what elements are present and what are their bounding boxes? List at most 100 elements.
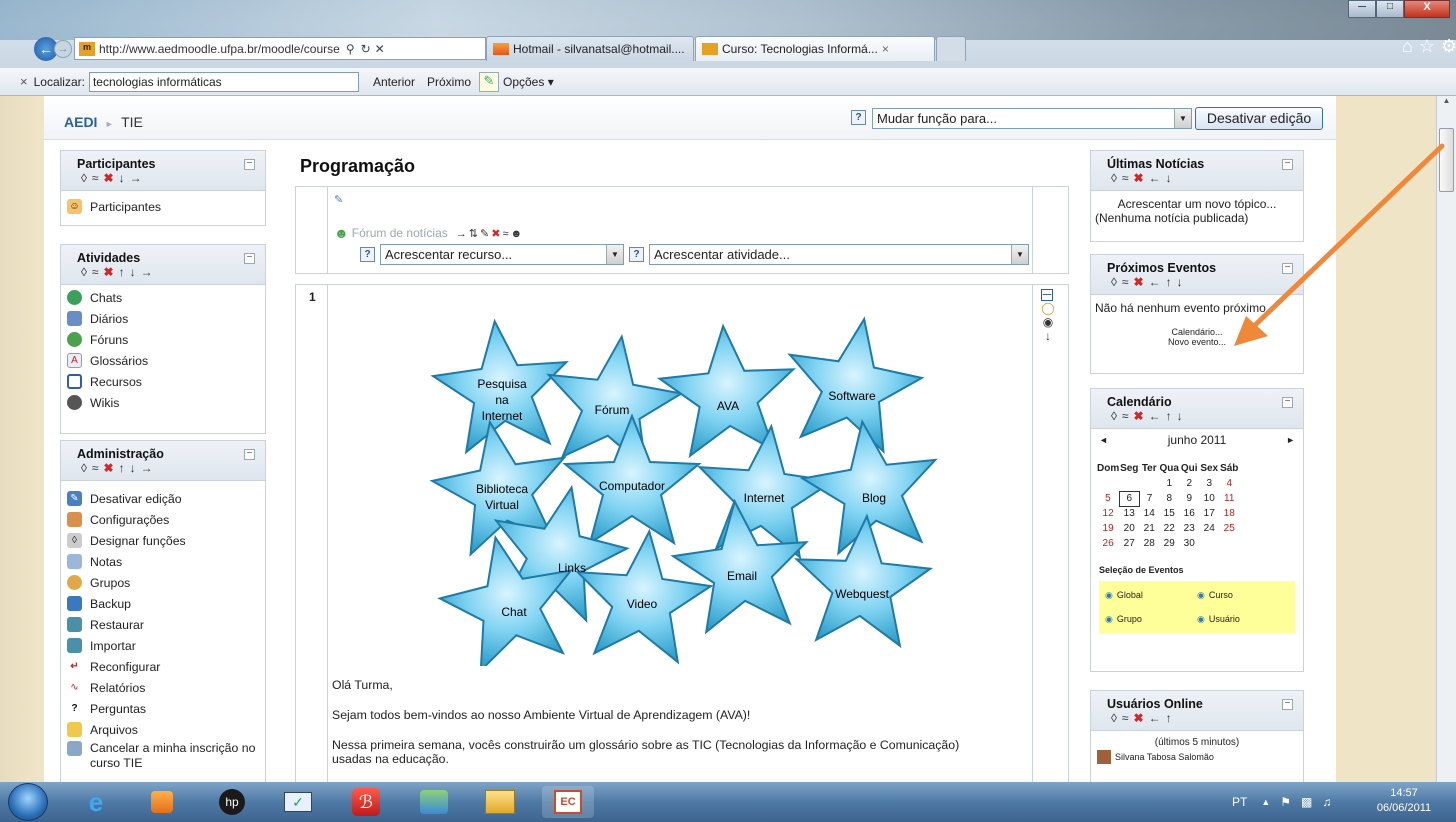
edit-toggle-button[interactable]: Desativar edição bbox=[1195, 107, 1323, 130]
online-user[interactable]: Silvana Tabosa Salomão bbox=[1091, 750, 1303, 764]
list-item[interactable]: Grupos bbox=[67, 572, 265, 593]
item-label: Backup bbox=[90, 596, 132, 611]
acrobat-taskbar-icon[interactable]: ℬ bbox=[340, 786, 392, 818]
stop-icon[interactable]: ✕ bbox=[375, 42, 385, 56]
star-label: Software bbox=[828, 389, 876, 403]
ie-taskbar-icon[interactable]: e bbox=[70, 786, 122, 818]
list-item[interactable]: ✎ Desativar edição bbox=[67, 488, 265, 509]
browser-tools: ⌂☆⚙ bbox=[1402, 36, 1456, 57]
grades-icon bbox=[67, 554, 82, 569]
star-label: Internet bbox=[744, 491, 785, 505]
edit-summary-icon[interactable]: ✎ bbox=[334, 193, 343, 206]
next-month-icon[interactable]: ► bbox=[1286, 435, 1295, 445]
list-item[interactable]: Chats bbox=[67, 287, 265, 308]
list-item[interactable]: Recursos bbox=[67, 371, 265, 392]
find-close-icon[interactable]: × bbox=[20, 74, 28, 89]
star-label: Virtual bbox=[485, 498, 519, 512]
collapse-icon[interactable]: − bbox=[244, 449, 255, 460]
star-label: Blog bbox=[862, 491, 886, 505]
tab-course[interactable]: Curso: Tecnologias Informá... × bbox=[695, 36, 935, 61]
check-taskbar-icon[interactable]: ✓ bbox=[272, 786, 324, 818]
start-button[interactable] bbox=[8, 783, 48, 821]
item-label: Cancelar a minha inscrição no bbox=[90, 741, 256, 755]
hp-taskbar-icon[interactable]: hp bbox=[206, 786, 258, 818]
day-cell: 27 bbox=[1123, 538, 1135, 549]
forum-link[interactable]: Fórum de notícias bbox=[352, 226, 448, 240]
list-item[interactable]: Importar bbox=[67, 635, 265, 656]
find-input[interactable]: tecnologias informáticas bbox=[88, 71, 359, 92]
tray-expand-icon[interactable]: ▲ bbox=[1261, 797, 1270, 807]
collapse-icon[interactable]: − bbox=[244, 159, 255, 170]
restore-icon bbox=[67, 617, 82, 632]
list-item[interactable]: ↵ Reconfigurar bbox=[67, 656, 265, 677]
help-icon[interactable]: ? bbox=[629, 247, 644, 262]
list-item[interactable]: A Glossários bbox=[67, 350, 265, 371]
find-next-button[interactable]: Próximo bbox=[427, 75, 471, 89]
help-icon[interactable]: ? bbox=[851, 110, 866, 125]
list-item[interactable]: Restaurar bbox=[67, 614, 265, 635]
help-icon[interactable]: ? bbox=[360, 247, 375, 262]
collapse-section-icon[interactable]: ─ bbox=[1041, 288, 1053, 301]
close-icon[interactable]: X bbox=[1404, 0, 1450, 18]
home-icon[interactable]: ⌂ bbox=[1402, 36, 1419, 56]
list-item[interactable]: Notas bbox=[67, 551, 265, 572]
list-item[interactable]: Diários bbox=[67, 308, 265, 329]
media-taskbar-icon[interactable] bbox=[136, 786, 188, 818]
add-resource-select[interactable]: Acrescentar recurso... ▼ bbox=[380, 244, 624, 265]
minimize-icon[interactable]: ─ bbox=[1348, 0, 1376, 18]
add-activity-select[interactable]: Acrescentar atividade... ▼ bbox=[649, 244, 1029, 265]
language-indicator[interactable]: PT bbox=[1232, 795, 1247, 809]
search-icon[interactable]: ⚲ bbox=[346, 42, 355, 56]
filter-global[interactable]: ◉ Global bbox=[1105, 590, 1197, 601]
tab-close-icon[interactable]: × bbox=[882, 42, 889, 56]
collapse-icon[interactable]: − bbox=[244, 253, 255, 264]
filter-user[interactable]: ◉ Usuário bbox=[1197, 614, 1289, 625]
gear-icon[interactable]: ⚙ bbox=[1441, 36, 1456, 56]
list-item[interactable]: ☺ Participantes bbox=[67, 196, 265, 217]
find-label: Localizar: bbox=[33, 74, 85, 89]
list-item[interactable]: Backup bbox=[67, 593, 265, 614]
find-options-button[interactable]: Opções ▾ bbox=[503, 75, 554, 89]
scroll-up-icon[interactable]: ▲ bbox=[1437, 96, 1456, 114]
list-item[interactable]: Wikis bbox=[67, 392, 265, 413]
list-item[interactable]: ∿ Relatórios bbox=[67, 677, 265, 698]
prev-month-icon[interactable]: ◄ bbox=[1099, 435, 1108, 445]
role-select[interactable]: Mudar função para... ▼ bbox=[872, 108, 1192, 129]
collapse-icon[interactable]: − bbox=[1282, 699, 1293, 710]
list-item[interactable]: Fóruns bbox=[67, 329, 265, 350]
calc-taskbar-icon[interactable]: EC bbox=[542, 786, 594, 818]
tab-hotmail[interactable]: Hotmail - silvanatsal@hotmail.... bbox=[486, 36, 694, 61]
filter-course[interactable]: ◉ Curso bbox=[1197, 590, 1289, 601]
visibility-eye-icon[interactable]: ◉ bbox=[1041, 315, 1055, 329]
new-tab-button[interactable] bbox=[936, 36, 966, 61]
list-item[interactable]: Arquivos bbox=[67, 719, 265, 740]
list-item[interactable]: ? Perguntas bbox=[67, 698, 265, 719]
forward-button[interactable]: → bbox=[54, 40, 72, 58]
list-item[interactable]: ◊ Designar funções bbox=[67, 530, 265, 551]
users-taskbar-icon[interactable] bbox=[408, 786, 460, 818]
reset-icon: ↵ bbox=[70, 661, 79, 672]
highlight-icon[interactable]: ✎ bbox=[479, 71, 499, 92]
highlight-bulb-icon[interactable]: ◯ bbox=[1041, 301, 1055, 315]
breadcrumb-home[interactable]: AEDI bbox=[64, 114, 97, 130]
move-down-icon[interactable]: ↓ bbox=[1041, 329, 1055, 343]
list-item[interactable]: Configurações bbox=[67, 509, 265, 530]
filter-label: Global bbox=[1116, 589, 1143, 600]
week-row: 1 2 3 4 bbox=[1097, 476, 1239, 491]
maximize-icon[interactable]: □ bbox=[1376, 0, 1404, 18]
refresh-icon[interactable]: ↻ bbox=[361, 42, 371, 56]
list-item-continuation[interactable]: curso TIE bbox=[67, 756, 265, 770]
day-cell: 8 bbox=[1166, 493, 1173, 504]
filter-group[interactable]: ◉ Grupo bbox=[1105, 614, 1197, 625]
list-item[interactable]: Cancelar a minha inscrição no bbox=[67, 740, 265, 756]
find-prev-button[interactable]: Anterior bbox=[373, 75, 415, 89]
network-icon[interactable]: ▩ bbox=[1301, 795, 1312, 809]
collapse-icon[interactable]: − bbox=[1282, 397, 1293, 408]
favorites-star-icon[interactable]: ☆ bbox=[1419, 36, 1441, 56]
clock[interactable]: 14:57 06/06/2011 bbox=[1366, 786, 1442, 816]
flag-icon[interactable]: ⚑ bbox=[1280, 795, 1291, 809]
address-bar[interactable]: m http://www.aedmoodle.ufpa.br/moodle/co… bbox=[74, 37, 486, 60]
explorer-taskbar-icon[interactable] bbox=[474, 786, 526, 818]
volume-icon[interactable]: ♫ bbox=[1322, 795, 1331, 809]
day-cell: 26 bbox=[1102, 538, 1114, 549]
